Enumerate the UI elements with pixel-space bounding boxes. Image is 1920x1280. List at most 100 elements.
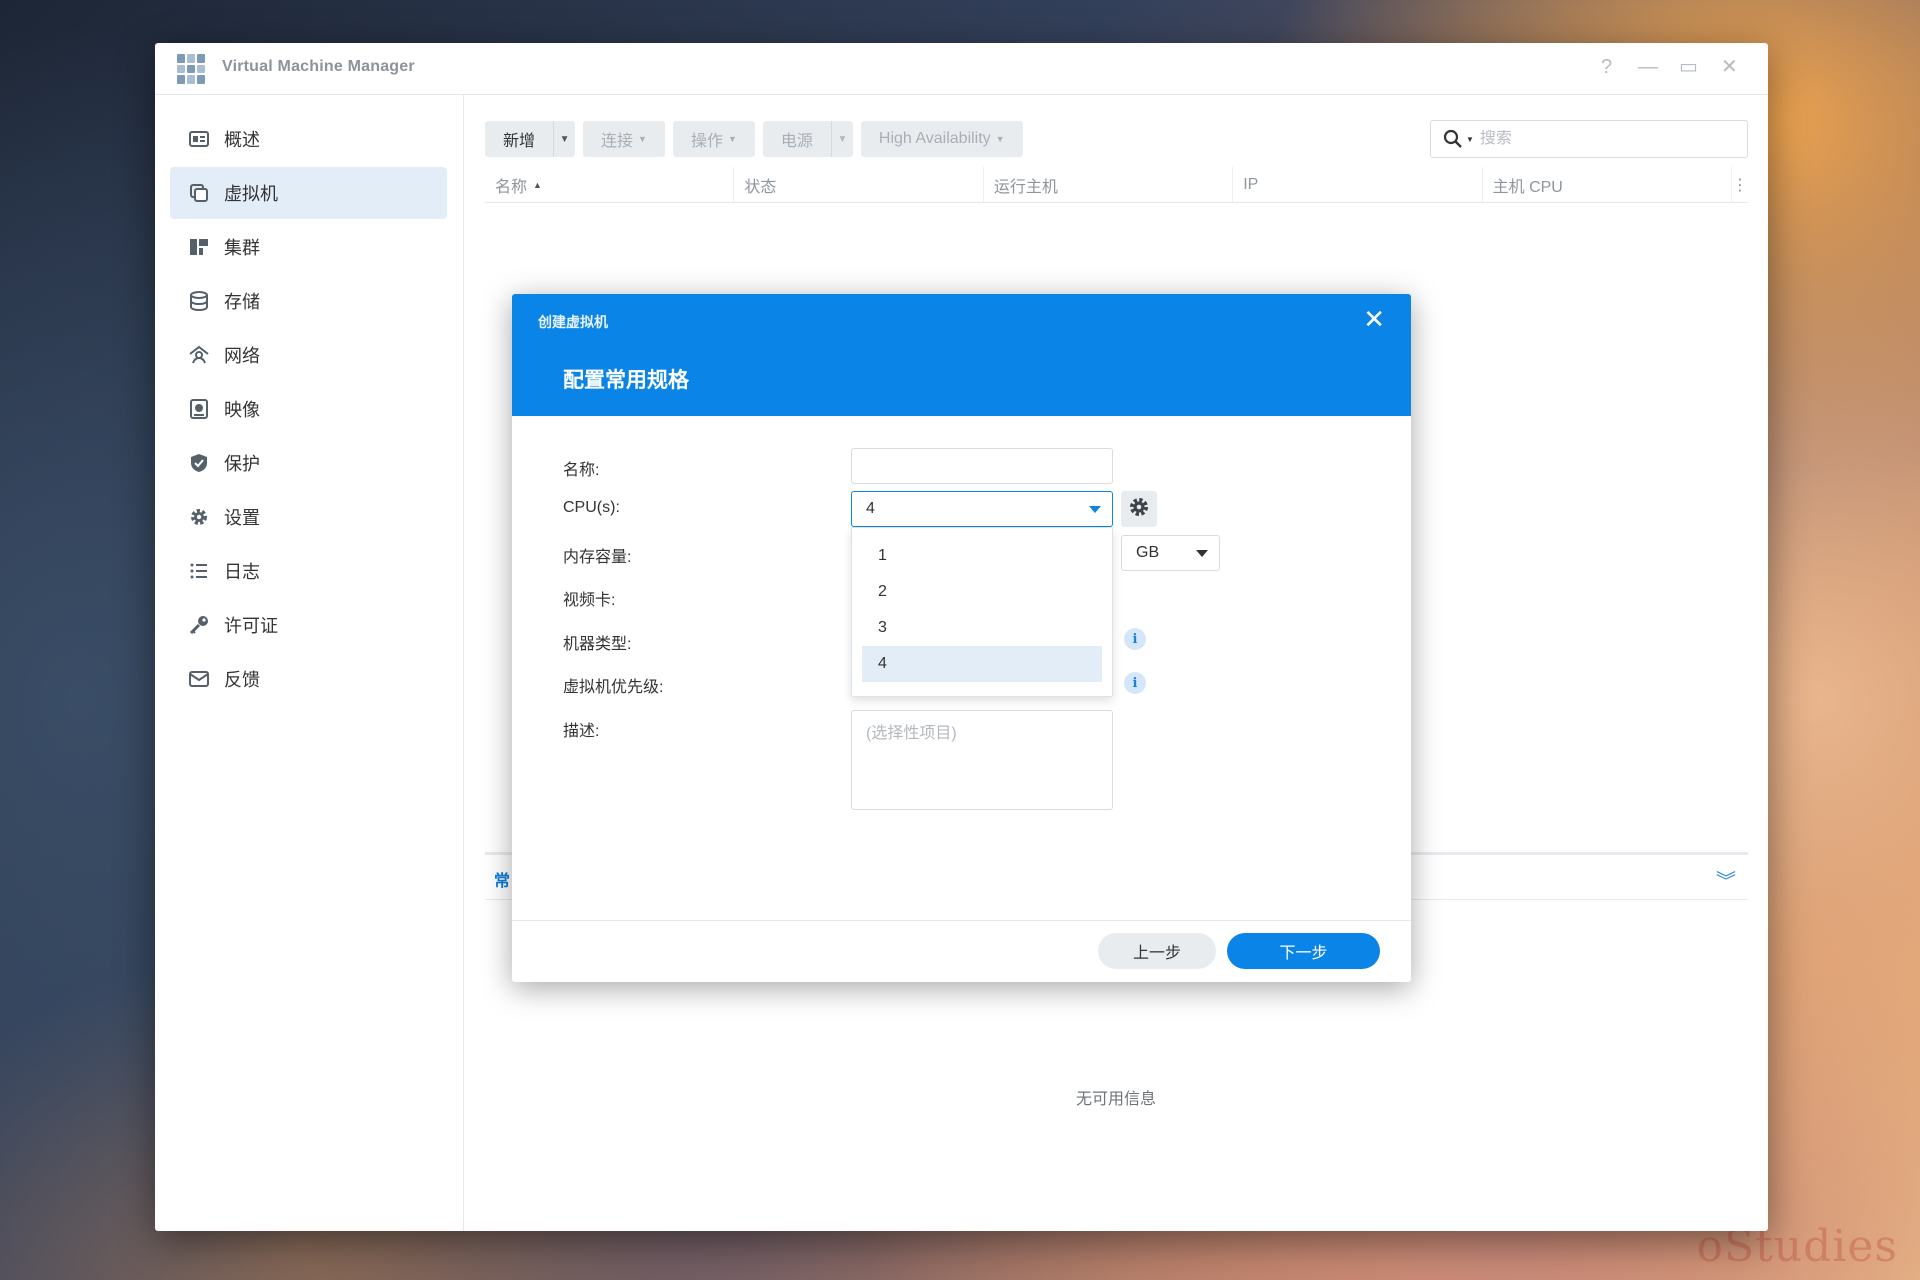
mail-icon: [188, 668, 210, 690]
high-availability-button[interactable]: High Availability ▼: [860, 121, 1023, 157]
cpu-select-value: 4: [866, 500, 875, 517]
help-icon[interactable]: ?: [1601, 57, 1612, 77]
search-icon[interactable]: [1443, 129, 1463, 149]
name-field[interactable]: [851, 448, 1113, 484]
machine-type-label: 机器类型:: [563, 636, 632, 653]
action-label: 操作: [690, 133, 723, 150]
storage-icon: [188, 290, 210, 312]
shield-icon: [188, 452, 210, 474]
cpu-settings-button[interactable]: [1121, 491, 1157, 527]
power-split-button: 电源 ▼: [762, 121, 853, 157]
sidebar-item-license[interactable]: 许可证: [170, 599, 447, 651]
sidebar-item-overview[interactable]: 概述: [170, 113, 447, 165]
expand-icon[interactable]: ︾: [1716, 865, 1736, 894]
title-bar: Virtual Machine Manager ? — ▭ ✕: [155, 43, 1768, 95]
next-button[interactable]: 下一步: [1227, 933, 1380, 969]
sidebar-item-image[interactable]: 映像: [170, 383, 447, 435]
chevron-down-icon: ▼: [727, 134, 737, 144]
cpu-label: CPU(s):: [563, 499, 620, 516]
sidebar-item-label: 日志: [224, 562, 260, 582]
sidebar-item-label: 存储: [224, 292, 260, 312]
cpu-option[interactable]: 3: [862, 610, 1102, 646]
close-icon[interactable]: ✕: [1363, 306, 1385, 332]
cpu-option-selected[interactable]: 4: [862, 646, 1102, 682]
sidebar-item-network[interactable]: 网络: [170, 329, 447, 381]
sidebar-item-label: 网络: [224, 346, 260, 366]
virtual-machine-icon: [188, 182, 210, 204]
sidebar-item-label: 保护: [224, 454, 260, 474]
name-label: 名称:: [563, 462, 600, 479]
high-availability-label: High Availability: [878, 130, 991, 147]
sidebar-item-storage[interactable]: 存储: [170, 275, 447, 327]
video-card-label: 视频卡:: [563, 592, 616, 609]
sidebar-item-label: 虚拟机: [224, 184, 278, 204]
previous-button[interactable]: 上一步: [1098, 933, 1216, 969]
create-split-button: 新增 ▼: [485, 121, 576, 157]
sidebar-item-label: 反馈: [224, 670, 260, 690]
gear-icon: [188, 506, 210, 528]
empty-message: 无可用信息: [1075, 1091, 1156, 1108]
app-icon: [177, 54, 205, 84]
sidebar-item-settings[interactable]: 设置: [170, 491, 447, 543]
sidebar-item-label: 设置: [224, 508, 260, 528]
key-icon: [188, 614, 210, 636]
maximize-icon[interactable]: ▭: [1679, 57, 1698, 77]
search-options-caret[interactable]: ▼: [1466, 135, 1474, 144]
network-icon: [188, 344, 210, 366]
connect-label: 连接: [601, 133, 634, 150]
cluster-icon: [188, 236, 210, 258]
chevron-down-icon: ▼: [995, 134, 1005, 144]
minimize-icon[interactable]: —: [1638, 57, 1658, 77]
memory-label: 内存容量:: [563, 549, 632, 566]
dialog-header: 创建虚拟机 配置常用规格 ✕: [512, 294, 1411, 416]
description-label: 描述:: [563, 723, 600, 740]
create-button[interactable]: 新增: [485, 121, 554, 157]
image-icon: [188, 398, 210, 420]
priority-label: 虚拟机优先级:: [563, 679, 664, 696]
toolbar: 新增 ▼ 连接 ▼ 操作 ▼ 电源 ▼ High Availability ▼: [485, 121, 1023, 157]
search-box: ▼: [1430, 120, 1748, 158]
sidebar-item-log[interactable]: 日志: [170, 545, 447, 597]
chevron-down-icon: [1089, 506, 1101, 513]
power-dropdown-arrow[interactable]: ▼: [830, 121, 853, 157]
action-button[interactable]: 操作 ▼: [672, 121, 755, 157]
description-field[interactable]: (选择性项目): [851, 710, 1113, 810]
connect-button[interactable]: 连接 ▼: [583, 121, 665, 157]
sidebar-item-label: 许可证: [224, 616, 278, 636]
chevron-down-icon: ▼: [638, 134, 647, 144]
detail-tab-general[interactable]: 常: [494, 867, 510, 891]
sidebar-item-label: 映像: [224, 400, 260, 420]
sidebar-item-cluster[interactable]: 集群: [170, 221, 447, 273]
column-header-ip[interactable]: IP: [1233, 167, 1483, 202]
search-input[interactable]: [1479, 130, 1680, 148]
cpu-option[interactable]: 2: [862, 574, 1102, 610]
cpu-select[interactable]: 4: [851, 491, 1113, 527]
power-button[interactable]: 电源: [762, 121, 831, 157]
info-icon[interactable]: i: [1124, 628, 1146, 650]
window-title: Virtual Machine Manager: [222, 58, 415, 75]
sidebar-item-label: 集群: [224, 238, 260, 258]
list-icon: [188, 560, 210, 582]
chevron-down-icon: [1196, 550, 1208, 557]
column-header-host-cpu[interactable]: 主机 CPU: [1483, 167, 1733, 202]
cpu-option[interactable]: 1: [862, 538, 1102, 574]
create-dropdown-arrow[interactable]: ▼: [553, 121, 576, 157]
column-header-host[interactable]: 运行主机: [984, 167, 1234, 202]
more-columns-icon[interactable]: ⋮: [1732, 167, 1748, 202]
gear-icon: [1128, 496, 1150, 523]
column-header-name[interactable]: 名称 ▲: [485, 167, 735, 202]
cpu-dropdown-list: 1 2 3 4: [851, 527, 1113, 697]
dialog-step-title: 配置常用规格: [563, 369, 689, 392]
sidebar-item-virtual-machine[interactable]: 虚拟机: [170, 167, 447, 219]
close-icon[interactable]: ✕: [1721, 57, 1738, 77]
overview-icon: [188, 128, 210, 150]
sidebar: 概述 虚拟机 集群 存储 网络 映像 保护 设置 日志 许可证 反馈: [155, 95, 464, 1231]
info-icon[interactable]: i: [1124, 672, 1146, 694]
vm-table-header: 名称 ▲ 状态 运行主机 IP 主机 CPU ⋮: [485, 167, 1748, 203]
memory-unit-select[interactable]: GB: [1121, 535, 1220, 571]
column-header-status[interactable]: 状态: [734, 167, 984, 202]
sidebar-item-label: 概述: [224, 130, 260, 150]
sidebar-item-feedback[interactable]: 反馈: [170, 653, 447, 705]
sidebar-item-protection[interactable]: 保护: [170, 437, 447, 489]
memory-unit-value: GB: [1136, 544, 1160, 561]
